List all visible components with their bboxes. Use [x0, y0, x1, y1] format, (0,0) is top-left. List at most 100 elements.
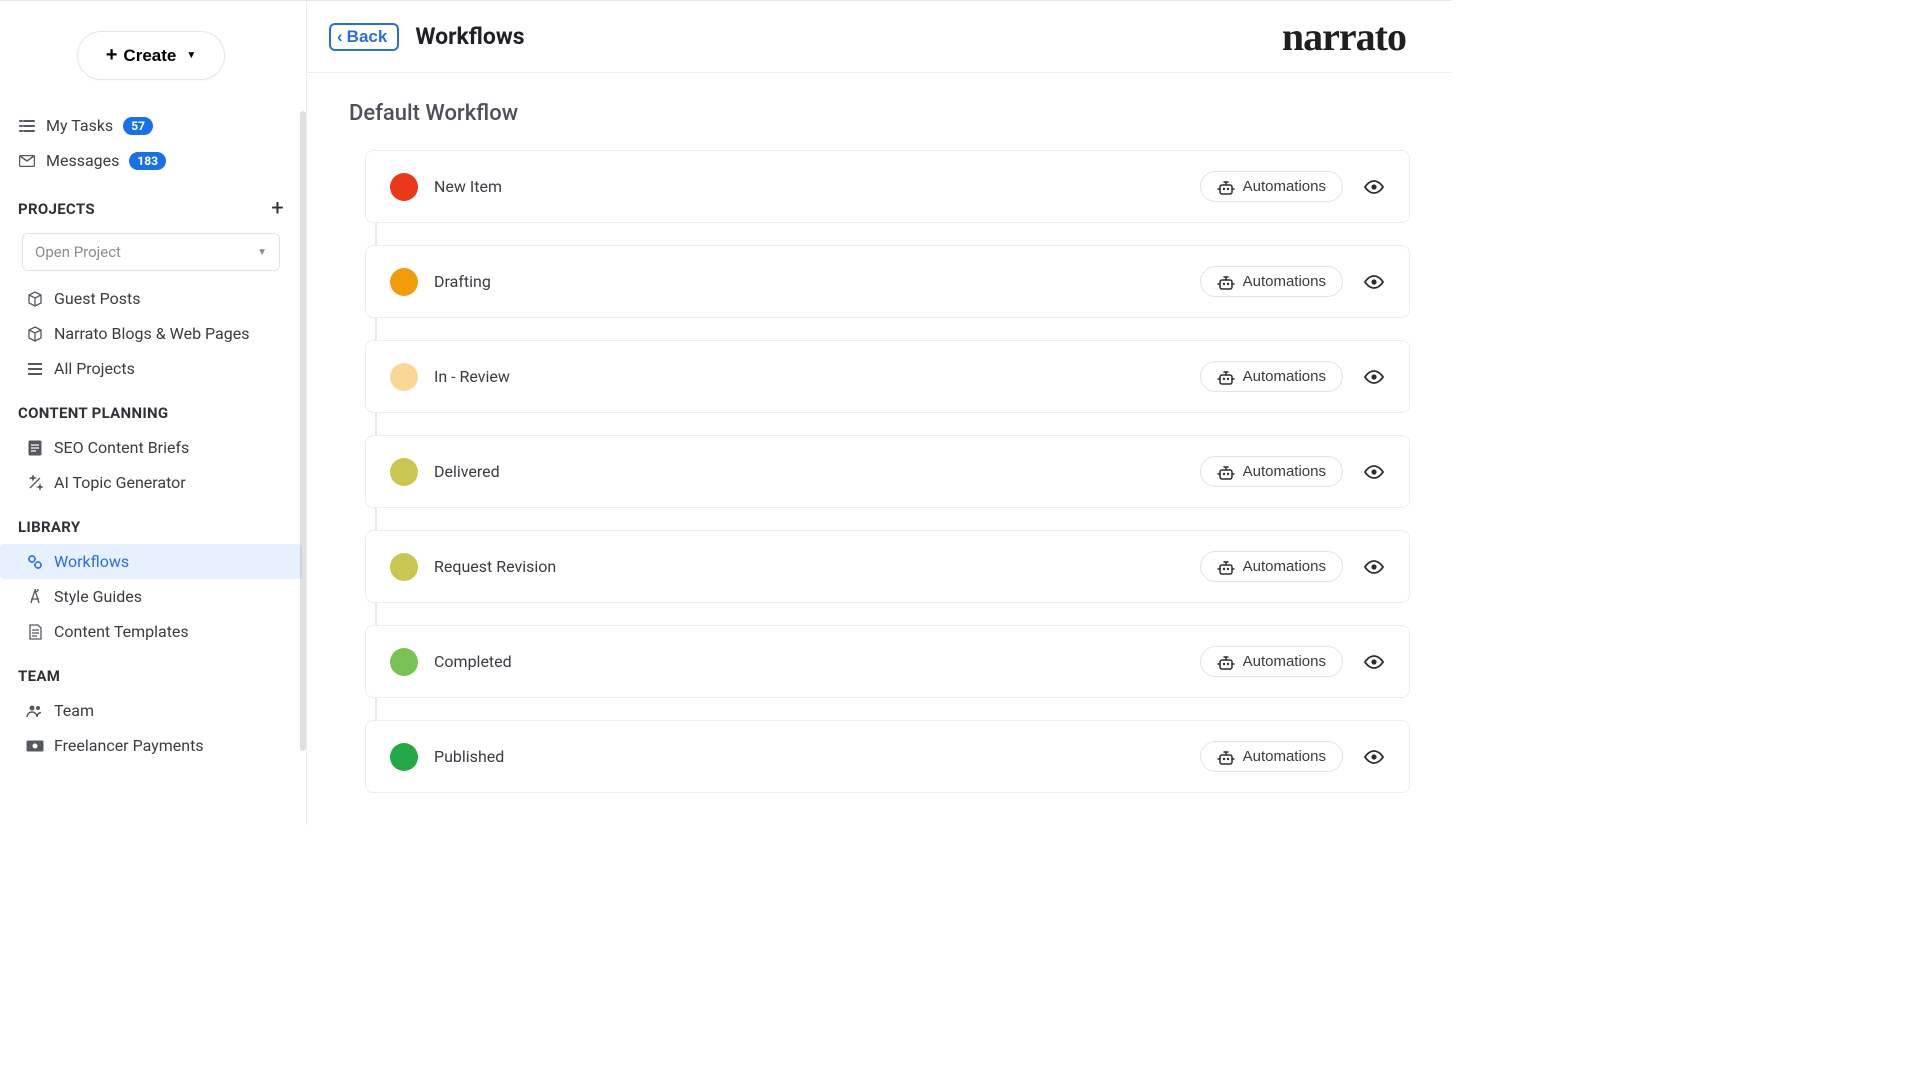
library-header: LIBRARY — [18, 518, 80, 536]
page-title: Workflows — [415, 23, 524, 50]
stage-color-dot — [390, 648, 418, 676]
stage-connector — [375, 318, 377, 340]
stage-connector — [375, 603, 377, 625]
project-label: Narrato Blogs & Web Pages — [54, 324, 249, 343]
project-guest-posts[interactable]: Guest Posts — [0, 281, 302, 316]
open-project-label: Open Project — [35, 243, 121, 261]
messages-badge: 183 — [129, 152, 166, 170]
automations-button[interactable]: Automations — [1200, 646, 1343, 677]
automations-label: Automations — [1243, 748, 1326, 765]
automations-button[interactable]: Automations — [1200, 551, 1343, 582]
nav-ai-topic[interactable]: AI Topic Generator — [0, 465, 302, 500]
workflow-name: Default Workflow — [349, 101, 1410, 126]
plus-icon: + — [106, 44, 118, 67]
automations-button[interactable]: Automations — [1200, 266, 1343, 297]
open-project-select[interactable]: Open Project ▼ — [22, 233, 280, 271]
style-guides-label: Style Guides — [54, 587, 142, 606]
automations-button[interactable]: Automations — [1200, 171, 1343, 202]
eye-icon[interactable] — [1363, 560, 1385, 574]
eye-icon[interactable] — [1363, 180, 1385, 194]
stage-connector — [375, 698, 377, 720]
stage-name: Delivered — [434, 462, 500, 481]
automations-button[interactable]: Automations — [1200, 361, 1343, 392]
top-bar: ‹ Back Workflows narrato — [307, 1, 1452, 73]
nav-my-tasks[interactable]: My Tasks 57 — [0, 108, 302, 143]
stage-connector — [375, 413, 377, 435]
note-icon — [26, 440, 44, 456]
chevron-down-icon: ▼ — [257, 247, 267, 258]
eye-icon[interactable] — [1363, 275, 1385, 289]
nav-workflows[interactable]: Workflows — [0, 544, 302, 579]
stage-card[interactable]: Completed Automations — [365, 625, 1410, 698]
scrollbar[interactable] — [300, 111, 306, 751]
brand-logo: narrato — [1282, 13, 1430, 60]
eye-icon[interactable] — [1363, 465, 1385, 479]
workflow-timeline: New ItemAutomationsDraftingAutomationsIn… — [365, 150, 1410, 793]
automations-label: Automations — [1243, 273, 1326, 290]
list-icon — [18, 119, 36, 133]
stage-name: Completed — [434, 652, 512, 671]
stage-color-dot — [390, 268, 418, 296]
my-tasks-badge: 57 — [123, 117, 153, 135]
stage-card[interactable]: Drafting Automations — [365, 245, 1410, 318]
stage-color-dot — [390, 363, 418, 391]
stage-connector — [375, 508, 377, 530]
robot-icon — [1217, 275, 1235, 291]
stage-card[interactable]: Request Revision Automations — [365, 530, 1410, 603]
team-label: Team — [54, 701, 94, 720]
cube-icon — [26, 291, 44, 307]
automations-label: Automations — [1243, 653, 1326, 670]
back-button[interactable]: ‹ Back — [329, 23, 399, 51]
stage-card[interactable]: In - Review Automations — [365, 340, 1410, 413]
eye-icon[interactable] — [1363, 655, 1385, 669]
nav-team[interactable]: Team — [0, 693, 302, 728]
stage-card[interactable]: Delivered Automations — [365, 435, 1410, 508]
create-label: Create — [123, 46, 176, 66]
sidebar: + Create ▼ My Tasks 57 Messages 183 — [0, 1, 306, 825]
stage-color-dot — [390, 553, 418, 581]
my-tasks-label: My Tasks — [46, 116, 113, 135]
stage-name: Request Revision — [434, 557, 556, 576]
robot-icon — [1217, 180, 1235, 196]
stage-color-dot — [390, 743, 418, 771]
eye-icon[interactable] — [1363, 370, 1385, 384]
project-label: All Projects — [54, 359, 135, 378]
magic-wand-icon — [26, 475, 44, 491]
project-all[interactable]: All Projects — [0, 351, 302, 386]
document-icon — [26, 624, 44, 640]
team-header: TEAM — [18, 667, 60, 685]
automations-button[interactable]: Automations — [1200, 456, 1343, 487]
ai-topic-label: AI Topic Generator — [54, 473, 186, 492]
create-button[interactable]: + Create ▼ — [77, 31, 226, 80]
chevron-down-icon: ▼ — [186, 50, 196, 61]
messages-label: Messages — [46, 151, 119, 170]
workflows-label: Workflows — [54, 552, 129, 571]
stage-connector — [375, 223, 377, 245]
content-planning-header: CONTENT PLANNING — [18, 404, 168, 422]
stage-name: In - Review — [434, 367, 510, 386]
chevron-left-icon: ‹ — [337, 27, 343, 47]
nav-freelancer-payments[interactable]: Freelancer Payments — [0, 728, 302, 763]
automations-button[interactable]: Automations — [1200, 741, 1343, 772]
nav-style-guides[interactable]: Style Guides — [0, 579, 302, 614]
stage-card[interactable]: Published Automations — [365, 720, 1410, 793]
project-narrato-blogs[interactable]: Narrato Blogs & Web Pages — [0, 316, 302, 351]
nav-seo-briefs[interactable]: SEO Content Briefs — [0, 430, 302, 465]
automations-label: Automations — [1243, 463, 1326, 480]
automations-label: Automations — [1243, 178, 1326, 195]
eye-icon[interactable] — [1363, 750, 1385, 764]
stage-name: New Item — [434, 177, 502, 196]
cube-icon — [26, 326, 44, 342]
stage-name: Drafting — [434, 272, 491, 291]
automations-label: Automations — [1243, 558, 1326, 575]
content-templates-label: Content Templates — [54, 622, 189, 641]
robot-icon — [1217, 560, 1235, 576]
add-project-icon[interactable]: + — [271, 196, 284, 221]
compass-icon — [26, 589, 44, 605]
stage-card[interactable]: New Item Automations — [365, 150, 1410, 223]
menu-icon — [26, 363, 44, 375]
nav-messages[interactable]: Messages 183 — [0, 143, 302, 178]
projects-header: PROJECTS — [18, 200, 95, 218]
stage-name: Published — [434, 747, 504, 766]
nav-content-templates[interactable]: Content Templates — [0, 614, 302, 649]
